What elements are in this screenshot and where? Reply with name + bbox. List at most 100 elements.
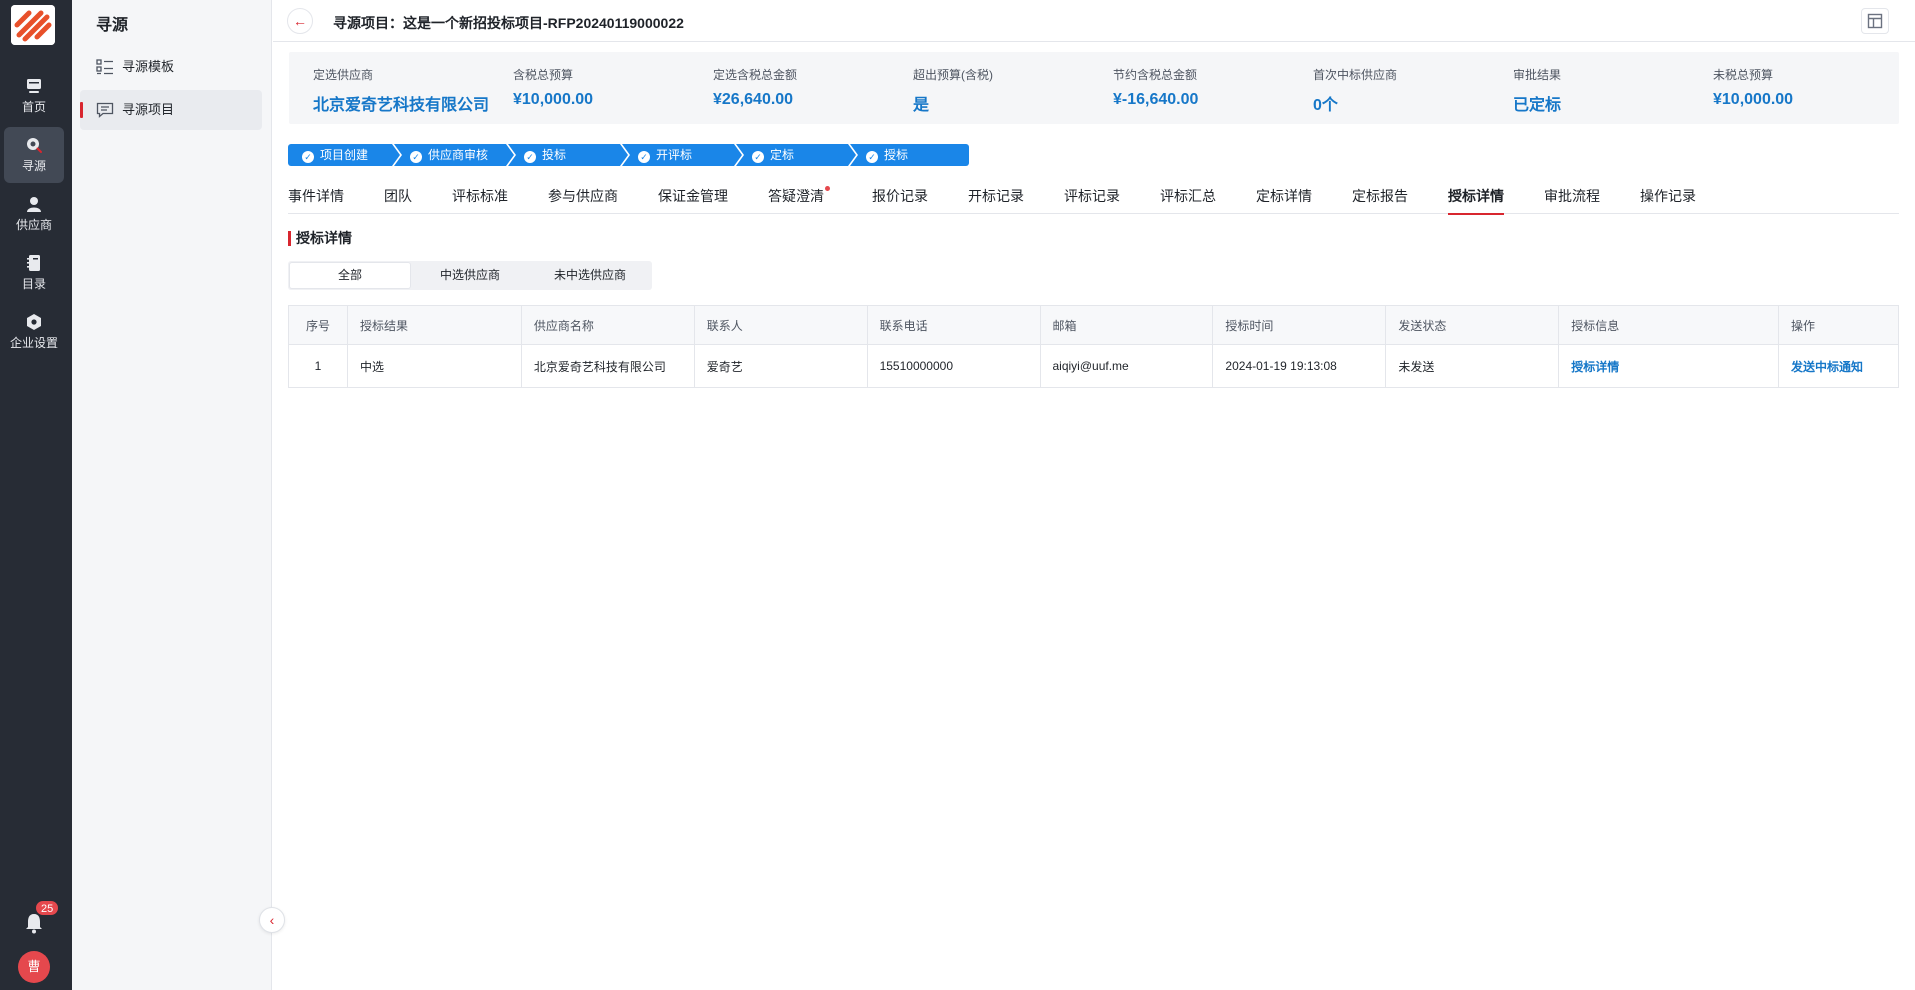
tab-evaluation-summary[interactable]: 评标汇总: [1160, 186, 1216, 206]
sidebar-item-project[interactable]: 寻源项目: [80, 90, 262, 130]
stat-value: 北京爱奇艺科技有限公司: [313, 97, 490, 114]
check-icon: ✓: [752, 151, 764, 163]
step-item: ✓ 供应商审核: [394, 144, 514, 166]
step-label: 供应商审核: [428, 148, 489, 162]
collapse-sidebar-button[interactable]: ‹: [259, 907, 285, 933]
stat-value: ¥10,000.00: [513, 91, 594, 108]
check-icon: ✓: [410, 151, 422, 163]
stat-tax-budget: 含税总预算 ¥10,000.00: [513, 66, 593, 109]
send-award-notice-link[interactable]: 发送中标通知: [1791, 360, 1863, 374]
check-icon: ✓: [638, 151, 650, 163]
app-logo[interactable]: [11, 5, 55, 45]
stat-label: 定选含税总金额: [713, 68, 798, 82]
tab-quote-records[interactable]: 报价记录: [872, 186, 928, 206]
cell-phone: 15510000000: [867, 344, 1041, 388]
tab-qa-clarification[interactable]: 答疑澄清: [768, 186, 830, 206]
check-icon: ✓: [524, 151, 536, 163]
cell-send-status: 未发送: [1385, 344, 1560, 388]
step-item: ✓ 项目创建: [288, 144, 400, 166]
stat-label: 定选供应商: [313, 68, 374, 82]
step-label: 项目创建: [320, 148, 369, 162]
stat-selected-supplier: 定选供应商 北京爱奇艺科技有限公司: [313, 66, 489, 115]
stat-pretax-budget: 未税总预算 ¥10,000.00: [1713, 66, 1793, 109]
project-icon: [96, 102, 114, 118]
rail-item-label: 寻源: [21, 159, 46, 173]
stat-label: 首次中标供应商: [1313, 68, 1398, 82]
sidebar-item-label: 寻源项目: [122, 102, 175, 117]
catalog-icon: [27, 255, 40, 271]
tab-evaluation-records[interactable]: 评标记录: [1064, 186, 1120, 206]
stat-savings: 节约含税总金额 ¥-16,640.00: [1113, 66, 1198, 109]
cell-award-info: 授标详情: [1558, 344, 1780, 388]
layout-toggle-button[interactable]: [1861, 8, 1889, 34]
tab-evaluation-criteria[interactable]: 评标标准: [452, 186, 508, 206]
check-icon: ✓: [866, 151, 878, 163]
rail-item-label: 首页: [21, 100, 46, 114]
gear-icon: [27, 314, 41, 330]
step-label: 开评标: [656, 148, 693, 162]
rail-item-settings[interactable]: 企业设置: [4, 304, 64, 360]
rail-item-supplier[interactable]: 供应商: [4, 186, 64, 242]
stat-selected-total: 定选含税总金额 ¥26,640.00: [713, 66, 797, 109]
step-item: ✓ 开评标: [622, 144, 742, 166]
tab-deposit-management[interactable]: 保证金管理: [658, 186, 728, 206]
stat-label: 节约含税总金额: [1113, 68, 1198, 82]
tab-bar: 事件详情 团队 评标标准 参与供应商 保证金管理 答疑澄清 报价记录 开标记录 …: [288, 180, 1899, 215]
table-row: 1 中选 北京爱奇艺科技有限公司 爱奇艺 15510000000 aiqiyi@…: [288, 344, 1899, 388]
tab-award-decision[interactable]: 定标详情: [1256, 186, 1312, 206]
tab-award-details[interactable]: 授标详情: [1448, 186, 1504, 215]
sourcing-icon: [27, 138, 42, 153]
result-filter: 全部 中选供应商 未中选供应商: [288, 261, 652, 290]
step-label: 定标: [770, 148, 795, 162]
stat-value: ¥-16,640.00: [1113, 91, 1199, 108]
cell-result: 中选: [347, 344, 522, 388]
check-icon: ✓: [302, 151, 314, 163]
rail-item-catalog[interactable]: 目录: [4, 245, 64, 301]
column-header: 联系人: [694, 305, 868, 345]
page-title: 寻源项目：这是一个新招投标项目-RFP20240119000022: [333, 15, 684, 31]
stat-value: ¥10,000.00: [1713, 91, 1794, 108]
sidebar-item-label: 寻源模板: [122, 59, 175, 74]
tab-participating-suppliers[interactable]: 参与供应商: [548, 186, 618, 206]
chevron-left-icon: ‹: [269, 912, 275, 928]
rail-item-label: 目录: [21, 277, 46, 291]
stat-label: 含税总预算: [513, 68, 574, 82]
unread-dot: [825, 186, 830, 191]
sidebar-title: 寻源: [96, 17, 129, 34]
filter-all-button[interactable]: 全部: [290, 263, 410, 288]
filter-selected-button[interactable]: 中选供应商: [410, 263, 530, 288]
cell-actions: 发送中标通知: [1778, 344, 1899, 388]
tab-event-details[interactable]: 事件详情: [288, 186, 344, 206]
sidebar-item-template[interactable]: 寻源模板: [80, 47, 262, 87]
column-header: 联系电话: [867, 305, 1041, 345]
tab-operation-log[interactable]: 操作记录: [1640, 186, 1696, 206]
stat-over-budget: 超出预算(含税) 是: [913, 66, 993, 115]
column-header: 供应商名称: [521, 305, 695, 345]
tab-team[interactable]: 团队: [384, 186, 412, 206]
avatar[interactable]: 曹: [18, 951, 50, 983]
award-details-link[interactable]: 授标详情: [1571, 360, 1619, 374]
tab-award-report[interactable]: 定标报告: [1352, 186, 1408, 206]
column-header: 邮箱: [1040, 305, 1214, 345]
stat-label: 未税总预算: [1713, 68, 1774, 82]
stat-first-win-suppliers: 首次中标供应商 0个: [1313, 66, 1397, 115]
user-icon: [27, 197, 41, 212]
stat-label: 审批结果: [1513, 68, 1562, 82]
rail-item-home[interactable]: 首页: [4, 68, 64, 124]
filter-unselected-button[interactable]: 未中选供应商: [530, 263, 650, 288]
notification-badge: 25: [35, 900, 60, 916]
tab-approval-flow[interactable]: 审批流程: [1544, 186, 1600, 206]
section-title: 授标详情: [288, 230, 352, 247]
back-button[interactable]: ←: [287, 8, 313, 34]
monitor-icon: [27, 79, 41, 93]
stat-label: 超出预算(含税): [913, 68, 993, 82]
cell-index: 1: [288, 344, 348, 388]
rail-item-sourcing[interactable]: 寻源: [4, 127, 64, 183]
cell-award-time: 2024-01-19 19:13:08: [1212, 344, 1387, 388]
column-header: 序号: [288, 305, 348, 345]
table-header-row: 序号 授标结果 供应商名称 联系人 联系电话 邮箱 授标时间 发送状态 授标信息…: [288, 305, 1899, 345]
arrow-left-icon: ←: [293, 13, 307, 29]
column-header: 发送状态: [1385, 305, 1560, 345]
tab-opening-records[interactable]: 开标记录: [968, 186, 1024, 206]
sidebar: 寻源 寻源模板 寻源项目: [72, 0, 272, 990]
